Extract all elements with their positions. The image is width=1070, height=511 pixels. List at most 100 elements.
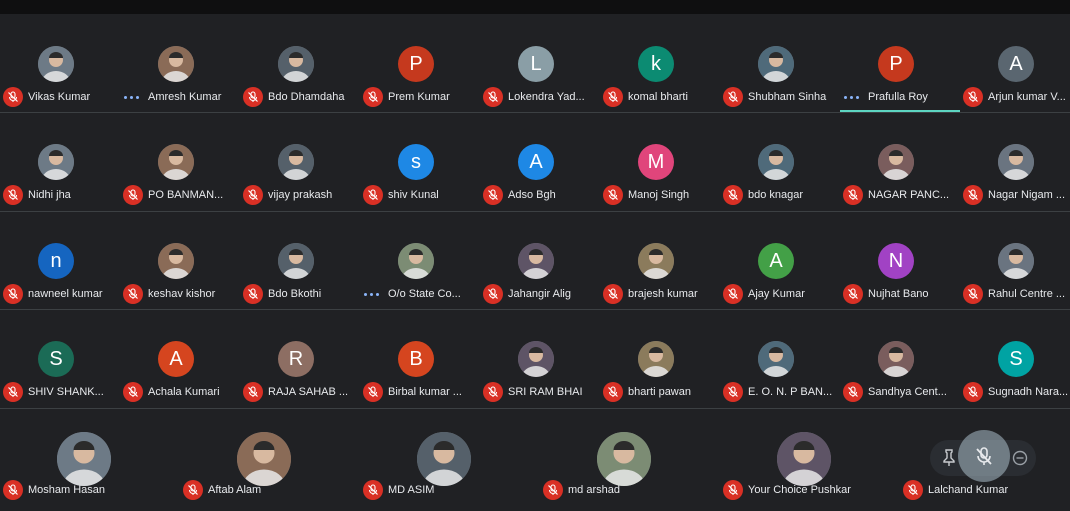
tile-hover-controls bbox=[930, 430, 1036, 482]
participant-tile[interactable]: A Achala Kumari bbox=[120, 309, 240, 407]
participant-name: brajesh kumar bbox=[628, 288, 698, 300]
participant-tile[interactable]: P Prafulla Roy bbox=[840, 14, 960, 113]
participant-tile[interactable]: N Nujhat Bano bbox=[840, 211, 960, 309]
participant-name: vijay prakash bbox=[268, 189, 333, 201]
mic-off-icon bbox=[243, 284, 263, 304]
mic-off-icon bbox=[183, 480, 203, 500]
avatar: P bbox=[878, 46, 914, 82]
participant-tile[interactable]: Amresh Kumar bbox=[120, 14, 240, 112]
participant-row: S SHIV SHANK... A Achala Kumari R RAJA SAHAB … bbox=[0, 309, 1070, 407]
participant-tile[interactable]: md arshad bbox=[540, 408, 720, 506]
participant-tile[interactable]: O/o State Co... bbox=[360, 211, 480, 309]
participant-tile[interactable]: Aftab Alam bbox=[180, 408, 360, 506]
participant-row: Nidhi jha PO BANMAN... vijay prakash s shiv … bbox=[0, 112, 1070, 210]
participant-tile[interactable]: M Manoj Singh bbox=[600, 112, 720, 210]
participant-name: Manoj Singh bbox=[628, 189, 690, 201]
mic-off-icon bbox=[843, 185, 863, 205]
participant-name: Your Choice Pushkar bbox=[748, 484, 851, 496]
avatar: A bbox=[998, 46, 1034, 82]
avatar: S bbox=[38, 341, 74, 377]
participant-tile[interactable]: n nawneel kumar bbox=[0, 211, 120, 309]
participant-tile[interactable]: Bdo Dhamdaha bbox=[240, 14, 360, 112]
avatar bbox=[758, 341, 794, 377]
participant-tile[interactable]: S SHIV SHANK... bbox=[0, 309, 120, 407]
participant-name: Bdo Dhamdaha bbox=[268, 91, 345, 103]
participant-tile[interactable]: Bdo Bkothi bbox=[240, 211, 360, 309]
participant-tile[interactable]: E. O. N. P BAN... bbox=[720, 309, 840, 407]
avatar: s bbox=[398, 144, 434, 180]
participant-tile[interactable]: Nidhi jha bbox=[0, 112, 120, 210]
pin-icon[interactable] bbox=[942, 449, 956, 467]
participant-tile[interactable]: S Sugnadh Nara... bbox=[960, 309, 1070, 407]
avatar bbox=[998, 144, 1034, 180]
participant-tile[interactable]: Rahul Centre ... bbox=[960, 211, 1070, 309]
participant-name: MD ASIM bbox=[388, 484, 435, 496]
participant-tile[interactable]: vijay prakash bbox=[240, 112, 360, 210]
participant-row: Mosham Hasan Aftab Alam MD ASIM md arshad Yo… bbox=[0, 408, 1070, 506]
participant-name: Prafulla Roy bbox=[868, 91, 928, 103]
participant-tile[interactable]: PO BANMAN... bbox=[120, 112, 240, 210]
participant-tile[interactable]: P Prem Kumar bbox=[360, 14, 480, 112]
participant-name: Lalchand Kumar bbox=[928, 484, 1009, 496]
avatar: A bbox=[518, 144, 554, 180]
participant-tile[interactable]: A Adso Bgh bbox=[480, 112, 600, 210]
mic-off-icon bbox=[723, 87, 743, 107]
participant-tile[interactable]: A Ajay Kumar bbox=[720, 211, 840, 309]
participant-name: O/o State Co... bbox=[388, 288, 461, 300]
avatar bbox=[398, 243, 434, 279]
avatar bbox=[518, 341, 554, 377]
participant-name: NAGAR PANC... bbox=[868, 189, 950, 201]
avatar bbox=[998, 243, 1034, 279]
participant-tile[interactable]: bdo knagar bbox=[720, 112, 840, 210]
avatar bbox=[878, 341, 914, 377]
participant-tile[interactable]: Nagar Nigam ... bbox=[960, 112, 1070, 210]
avatar: n bbox=[38, 243, 74, 279]
participant-name: Nujhat Bano bbox=[868, 288, 929, 300]
participant-tile[interactable]: s shiv Kunal bbox=[360, 112, 480, 210]
participant-name: Adso Bgh bbox=[508, 189, 556, 201]
participant-tile[interactable]: Shubham Sinha bbox=[720, 14, 840, 112]
mic-off-icon bbox=[3, 185, 23, 205]
mic-off-icon bbox=[363, 185, 383, 205]
participant-name: Lokendra Yad... bbox=[508, 91, 585, 103]
participant-tile[interactable]: k komal bharti bbox=[600, 14, 720, 112]
participant-name: Sandhya Cent... bbox=[868, 386, 947, 398]
participant-tile[interactable]: Mosham Hasan bbox=[0, 408, 180, 506]
participant-name: Mosham Hasan bbox=[28, 484, 106, 496]
participant-tile[interactable]: Jahangir Alig bbox=[480, 211, 600, 309]
avatar bbox=[278, 46, 314, 82]
audio-indicator-icon bbox=[363, 284, 379, 296]
avatar: B bbox=[398, 341, 434, 377]
participant-name: nawneel kumar bbox=[28, 288, 103, 300]
participant-row: n nawneel kumar keshav kishor Bdo Bkothi O/o… bbox=[0, 211, 1070, 309]
participant-tile[interactable]: B Birbal kumar ... bbox=[360, 309, 480, 407]
participant-tile[interactable]: SRI RAM BHAI bbox=[480, 309, 600, 407]
participant-tile[interactable]: A Arjun kumar V... bbox=[960, 14, 1070, 112]
mic-off-icon bbox=[243, 185, 263, 205]
participant-tile[interactable]: Sandhya Cent... bbox=[840, 309, 960, 407]
mic-off-icon bbox=[976, 447, 992, 465]
avatar bbox=[158, 144, 194, 180]
mic-off-icon bbox=[123, 185, 143, 205]
participant-tile[interactable]: brajesh kumar bbox=[600, 211, 720, 309]
mic-off-icon bbox=[723, 382, 743, 402]
participant-tile[interactable]: Vikas Kumar bbox=[0, 14, 120, 112]
participant-tile[interactable]: bharti pawan bbox=[600, 309, 720, 407]
participant-tile[interactable]: Your Choice Pushkar bbox=[720, 408, 900, 506]
mic-off-icon bbox=[963, 87, 983, 107]
participant-name: Arjun kumar V... bbox=[988, 91, 1066, 103]
participant-tile[interactable]: keshav kishor bbox=[120, 211, 240, 309]
mic-off-icon bbox=[603, 87, 623, 107]
participant-name: Vikas Kumar bbox=[28, 91, 91, 103]
participant-tile[interactable]: MD ASIM bbox=[360, 408, 540, 506]
minus-circle-icon[interactable] bbox=[1012, 450, 1028, 466]
participant-tile[interactable]: NAGAR PANC... bbox=[840, 112, 960, 210]
avatar: R bbox=[278, 341, 314, 377]
participant-tile[interactable]: R RAJA SAHAB ... bbox=[240, 309, 360, 407]
top-bar bbox=[0, 0, 1070, 14]
participant-tile[interactable]: L Lokendra Yad... bbox=[480, 14, 600, 112]
mute-participant-button[interactable] bbox=[958, 430, 1010, 482]
mic-off-icon bbox=[483, 185, 503, 205]
mic-off-icon bbox=[483, 284, 503, 304]
mic-off-icon bbox=[543, 480, 563, 500]
